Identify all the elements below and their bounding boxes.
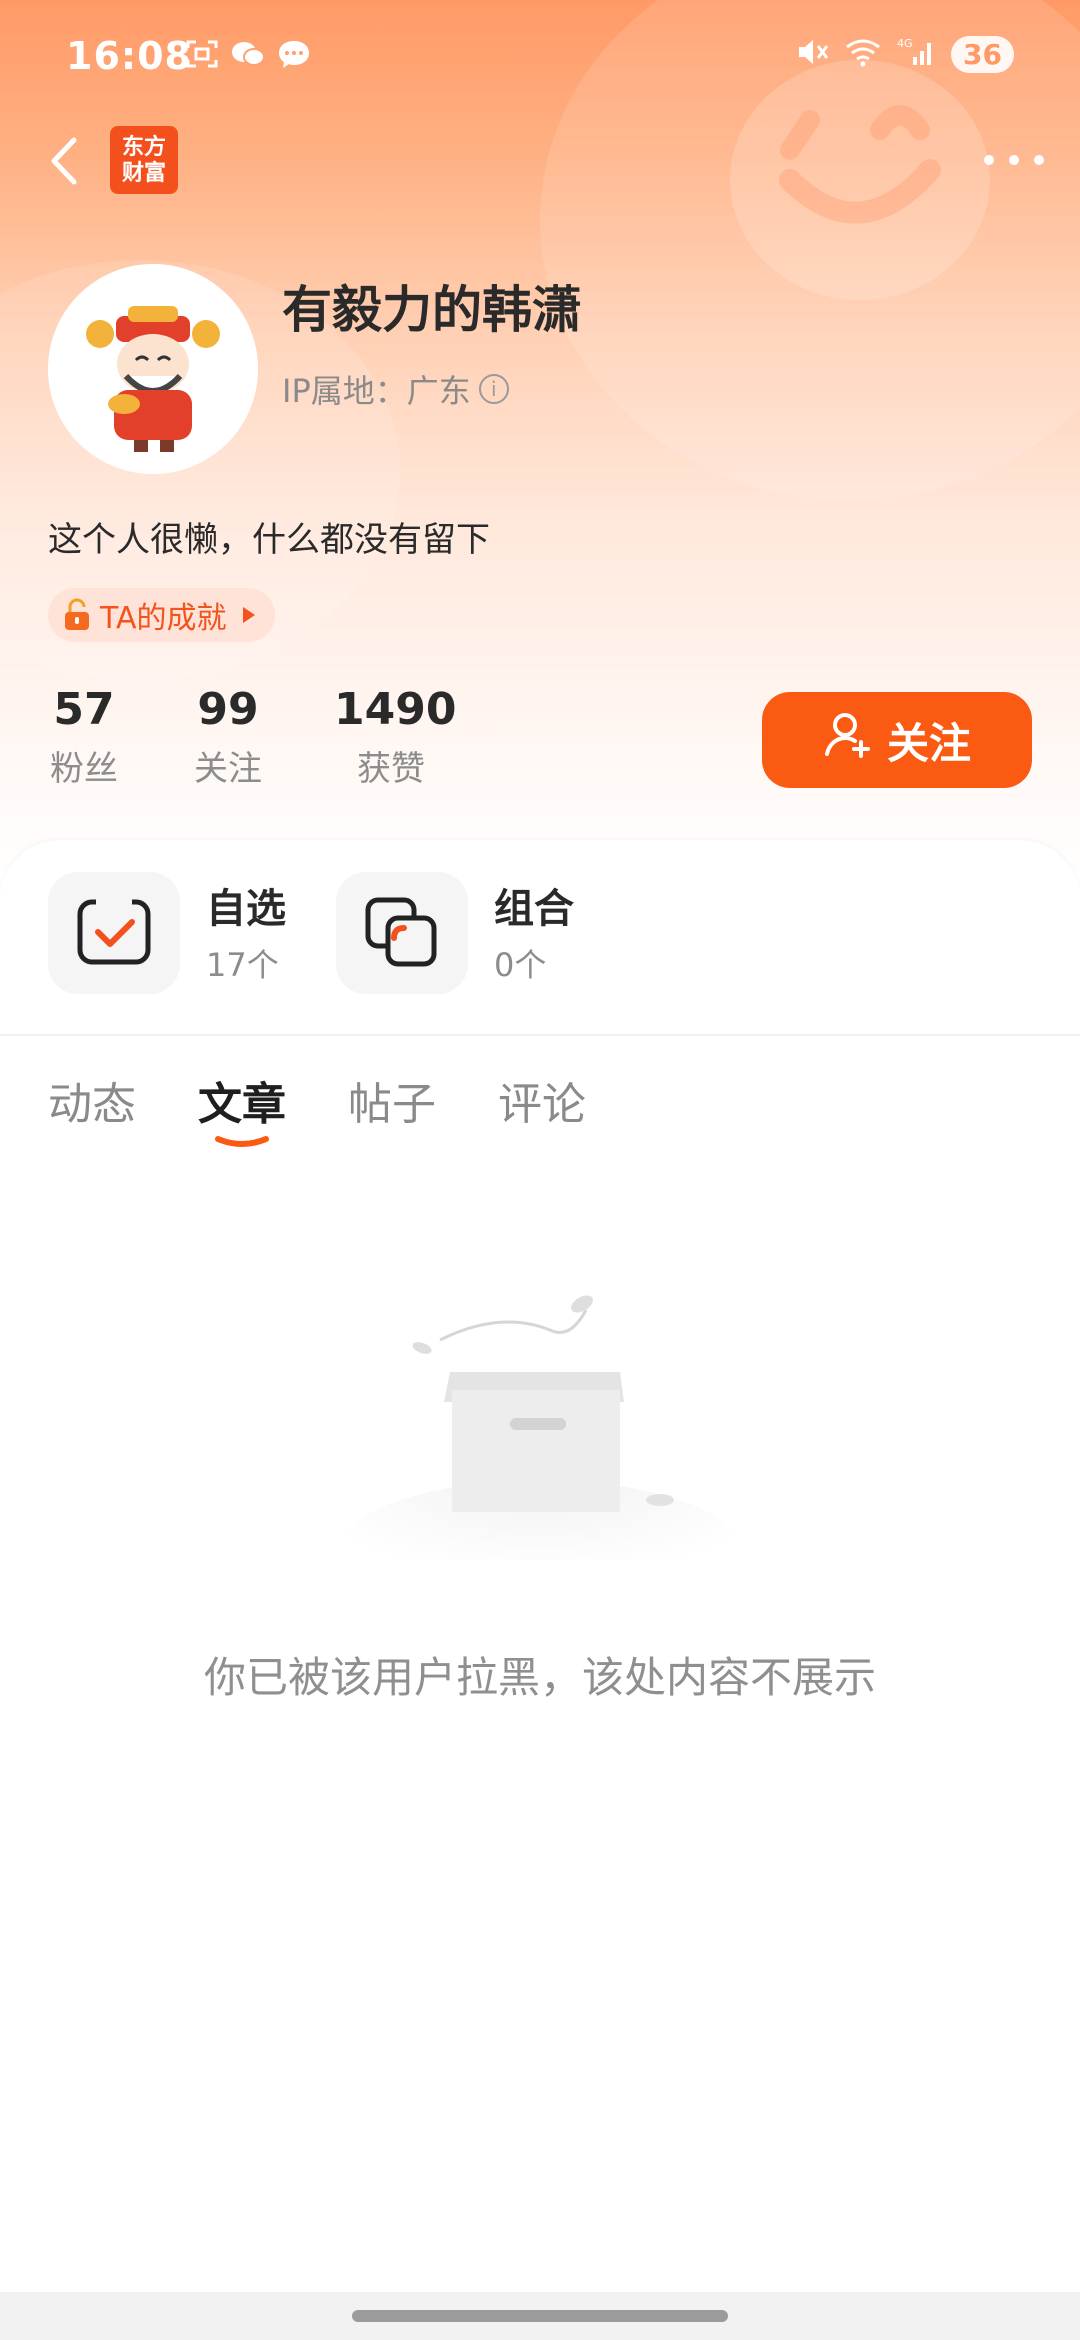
dot-icon: [1009, 155, 1019, 165]
status-bar: 16:08 4G 36: [0, 0, 1080, 120]
profile-page: 16:08 4G 36 东方财富 有毅力的韩潇 IP属地：广东 i 这个人很懒，…: [0, 0, 1080, 2340]
wechat-icon: [230, 38, 266, 70]
divider: [0, 1034, 1080, 1036]
watchlist-count: 17个: [206, 946, 279, 984]
content-panel: [0, 840, 1080, 2340]
stat-value: 99: [197, 684, 259, 735]
stat-label: 获赞: [357, 749, 425, 789]
stat-fans[interactable]: 57 粉丝: [48, 684, 120, 790]
watchlist-card[interactable]: [48, 872, 180, 994]
achievement-label: TA的成就: [100, 601, 227, 636]
ip-location-text: IP属地：广东: [282, 372, 471, 410]
achievement-button[interactable]: TA的成就: [48, 588, 275, 642]
notification-icons: [184, 38, 312, 70]
portfolio-card[interactable]: [336, 872, 468, 994]
fortune-god-avatar-icon: [48, 264, 258, 474]
stat-label: 关注: [194, 749, 262, 789]
gesture-navigation-bar: [0, 2292, 1080, 2340]
stat-label: 粉丝: [50, 749, 118, 789]
stat-value: 1490: [334, 684, 457, 735]
blocked-message: 你已被该用户拉黑，该处内容不展示: [203, 1653, 876, 1702]
home-indicator[interactable]: [352, 2310, 728, 2322]
watchlist-icon: [77, 898, 151, 965]
stat-value: 57: [53, 684, 115, 735]
info-icon[interactable]: i: [478, 374, 509, 404]
follow-button[interactable]: 关注: [762, 692, 1032, 788]
watchlist-title[interactable]: 自选: [206, 876, 286, 934]
add-user-icon: [823, 710, 873, 770]
stat-likes[interactable]: 1490 获赞: [334, 684, 457, 790]
avatar[interactable]: [48, 264, 258, 474]
system-icons: 4G 36: [795, 36, 1014, 73]
app-logo-text: 东方财富: [121, 134, 166, 186]
message-icon: [276, 38, 312, 70]
active-tab-indicator: [214, 1134, 270, 1148]
empty-box-illustration: [320, 1290, 760, 1640]
tab-dynamics[interactable]: 动态: [48, 1068, 136, 1132]
follow-button-label: 关注: [886, 718, 971, 768]
arrow-right-icon: [242, 607, 255, 623]
wifi-icon: [843, 37, 883, 73]
network-type: 4G: [897, 37, 913, 50]
portfolio-icon: [365, 897, 437, 967]
portfolio-count: 0个: [494, 946, 547, 984]
stat-following[interactable]: 99 关注: [192, 684, 264, 790]
app-logo: 东方财富: [110, 126, 178, 194]
mute-icon: [795, 37, 829, 73]
scan-icon: [184, 38, 220, 70]
dot-icon: [984, 155, 994, 165]
tab-articles[interactable]: 文章: [198, 1068, 286, 1132]
battery-indicator: 36: [951, 36, 1014, 73]
dot-icon: [1034, 155, 1044, 165]
back-button[interactable]: [40, 126, 90, 196]
more-options-button[interactable]: [984, 140, 1044, 180]
signal-icon: 4G: [897, 37, 937, 73]
tab-posts[interactable]: 帖子: [348, 1068, 436, 1132]
user-bio: 这个人很懒，什么都没有留下: [48, 520, 490, 560]
tab-comments[interactable]: 评论: [498, 1068, 586, 1132]
user-name: 有毅力的韩潇: [282, 281, 582, 339]
lock-icon: [62, 598, 92, 632]
ip-location: IP属地：广东 i: [282, 366, 509, 412]
portfolio-title[interactable]: 组合: [494, 876, 574, 934]
status-time: 16:08: [66, 34, 192, 78]
